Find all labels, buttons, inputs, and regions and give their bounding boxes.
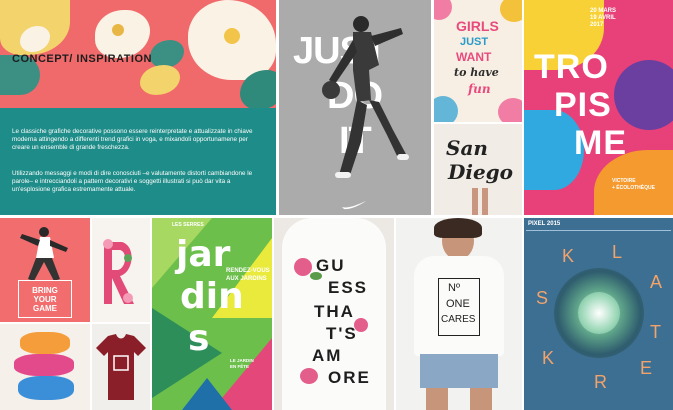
player-silhouette: [20, 227, 68, 281]
girls-line-3: WANT: [456, 50, 492, 64]
girls-fun-poster: GIRLS JUST WANT to have fun: [434, 0, 522, 122]
tropisme-title-2: PIS: [554, 86, 612, 124]
no-one-line-2: ONE: [446, 298, 470, 310]
tropisme-date: 20 MARS 19 AVRIL 2017: [590, 8, 617, 28]
nike-swoosh-icon: [342, 201, 366, 210]
jardins-poster: LES SERRES jar din s RENDEZ-VOUS AUX JAR…: [152, 218, 272, 410]
denim-shorts: [420, 354, 498, 388]
tropisme-poster: 20 MARS 19 AVRIL 2017 TRO PIS ME VICTOIR…: [524, 0, 673, 215]
pixel-letter-2: L: [612, 242, 623, 262]
pixel-letter-8: K: [542, 348, 555, 368]
lettering-poster: [0, 324, 90, 410]
san-diego-line-2: Diego: [448, 160, 513, 184]
girls-line-2: JUST: [460, 36, 489, 48]
jardins-info: LE JARDIN EN FÊTE: [230, 358, 254, 369]
bring-line-1: BRING: [32, 285, 58, 295]
tropisme-title-1: TRO: [534, 48, 609, 86]
jardins-header: LES SERRES: [172, 222, 204, 228]
guess-line-4: T'S: [326, 324, 358, 343]
jardins-word-2: din: [180, 276, 244, 317]
no-one-line-1: Nº: [448, 282, 460, 294]
guess-line-2: ESS: [328, 278, 369, 297]
athlete-silhouette: [322, 16, 409, 178]
jardins-word-3: s: [188, 318, 210, 359]
guess-line-5: AM: [312, 346, 343, 365]
no-one-line-3: CARES: [441, 314, 476, 325]
concept-paragraph-2: Utilizzando messaggi e modi di dire cono…: [12, 170, 253, 193]
bring-game-badge: BRING YOUR GAME: [18, 280, 72, 318]
bring-line-3: GAME: [33, 303, 57, 313]
san-diego-line-1: San: [446, 136, 488, 160]
pixel-letter-3: A: [650, 272, 663, 292]
nike-poster: JUST DO IT: [279, 0, 431, 215]
tshirt-icon: [96, 334, 146, 400]
girls-line-4: to have: [454, 66, 499, 79]
pixel-label: PIXEL 2015: [528, 221, 561, 227]
concept-title: CONCEPT/ INSPIRATION: [12, 53, 152, 65]
guess-line-3: THA: [314, 302, 355, 321]
concept-text-block: Le classiche grafiche decorative possono…: [0, 108, 276, 215]
bring-game-poster: BRING YOUR GAME: [0, 218, 90, 322]
floral-letter-r: [103, 239, 134, 304]
legs-decoration: [472, 188, 478, 215]
pixel-letter-4: S: [536, 288, 549, 308]
pixel-poster: PIXEL 2015 K L A S T E R K: [524, 218, 673, 410]
girls-line-5: fun: [468, 82, 491, 96]
guess-line-6: ORE: [328, 368, 371, 387]
floral-letter-poster: [92, 218, 150, 322]
red-tshirt: [92, 324, 150, 410]
jardins-rdv-1: RENDEZ-VOUS: [226, 268, 270, 274]
guess-amore-tshirt: GU ESS THA T'S AM ORE: [274, 218, 394, 410]
pixel-letter-5: T: [650, 322, 661, 342]
tropisme-venue: VICTOIRE + ÉCOLOTHÈQUE: [612, 178, 655, 191]
concept-panel: CONCEPT/ INSPIRATION Le classiche grafic…: [0, 0, 276, 215]
tropisme-title-3: ME: [574, 124, 627, 162]
guess-line-1: GU: [316, 256, 346, 275]
san-diego-poster: San Diego: [434, 124, 522, 215]
pixel-letter-1: K: [562, 246, 575, 266]
concept-paragraph-1: Le classiche grafiche decorative possono…: [12, 128, 253, 151]
jardins-rdv-2: AUX JARDINS: [226, 276, 267, 282]
pixel-letter-7: R: [594, 372, 607, 392]
no-one-cares-tshirt: Nº ONE CARES: [396, 218, 522, 410]
girls-line-1: GIRLS: [456, 18, 499, 34]
jardins-word-1: jar: [176, 234, 231, 275]
pixel-letter-6: E: [640, 358, 653, 378]
bring-line-2: YOUR: [33, 294, 57, 304]
